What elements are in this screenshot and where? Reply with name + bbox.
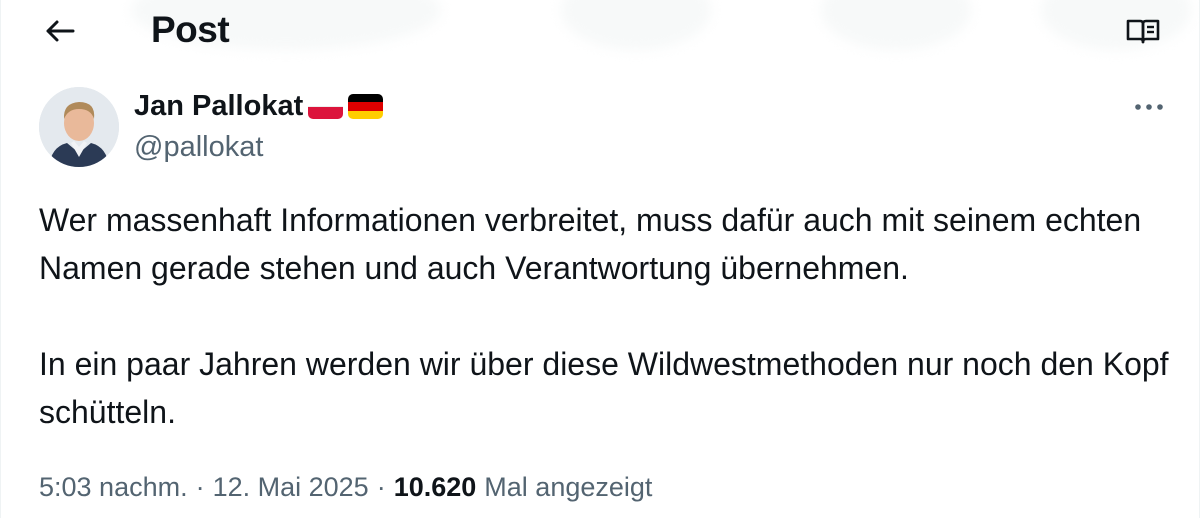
post-date[interactable]: 12. Mai 2025 <box>213 472 369 503</box>
separator: · <box>195 472 205 502</box>
open-book-icon <box>1126 19 1160 44</box>
post-page: Post Jan Pallokat @pallokat Wer massenha… <box>0 0 1200 518</box>
more-dots-icon <box>1135 104 1163 110</box>
views-count: 10.620 <box>393 472 477 502</box>
post-text: Wer massenhaft Informationen verbreitet,… <box>39 196 1169 436</box>
author-display-name[interactable]: Jan Pallokat <box>134 90 303 123</box>
post-paragraph: Wer massenhaft Informationen verbreitet,… <box>39 202 1142 286</box>
arrow-left-icon <box>46 20 75 42</box>
back-button[interactable] <box>39 12 81 50</box>
page-header: Post <box>1 0 1199 62</box>
avatar-photo <box>39 87 119 167</box>
views-label: Mal angezeigt <box>484 472 653 502</box>
separator: · <box>376 472 386 502</box>
more-options-button[interactable] <box>1129 92 1169 122</box>
reader-mode-button[interactable] <box>1123 14 1163 48</box>
author-name: Jan Pallokat <box>134 90 384 123</box>
post-meta: 5:03 nachm. · 12. Mai 2025 · 10.620 Mal … <box>39 472 652 503</box>
germany-flag-icon <box>348 94 384 119</box>
poland-flag-icon <box>308 94 344 119</box>
author-handle[interactable]: @pallokat <box>134 131 263 164</box>
page-title: Post <box>151 9 230 50</box>
post-time[interactable]: 5:03 nachm. <box>39 472 188 503</box>
post-paragraph: In ein paar Jahren werden wir über diese… <box>39 346 1169 430</box>
avatar[interactable] <box>39 87 119 167</box>
